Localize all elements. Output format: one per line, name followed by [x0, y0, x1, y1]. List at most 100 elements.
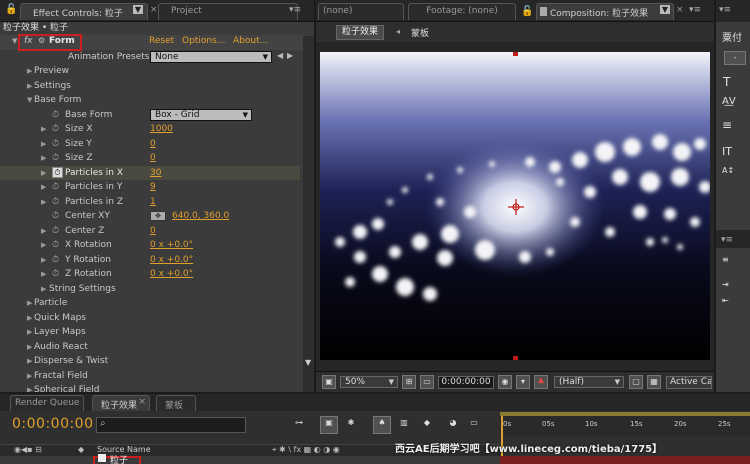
tab-mask[interactable]: 蒙板	[156, 395, 196, 411]
group-spherical-field[interactable]: ▶ Spherical Field	[0, 383, 300, 392]
next-preset-icon[interactable]: ▶	[287, 51, 293, 60]
comp-breadcrumb-secondary[interactable]: 蒙板	[411, 26, 429, 39]
stopwatch-icon[interactable]: ⏱	[52, 137, 59, 152]
twirl-open-icon[interactable]: ▼	[27, 93, 32, 108]
work-area-bar[interactable]	[500, 412, 750, 416]
z-rotation-value[interactable]: 0 x +0.0°	[150, 267, 193, 282]
brainstorm-icon[interactable]: ▭	[467, 417, 481, 431]
group-string-settings[interactable]: ▶ String Settings	[0, 282, 300, 297]
type-tool-icon[interactable]: T	[723, 75, 730, 89]
motion-blur-icon[interactable]: ◆	[420, 417, 434, 431]
twirl-closed-icon[interactable]: ▶	[41, 166, 46, 181]
tab-effect-controls[interactable]: Effect Controls: 粒子 ▼	[20, 3, 148, 20]
stopwatch-icon[interactable]: ⏱	[52, 238, 59, 253]
group-particle[interactable]: ▶ Particle	[0, 296, 300, 311]
group-layer-maps[interactable]: ▶ Layer Maps	[0, 325, 300, 340]
comp-timecode[interactable]: 0:00:00:00	[438, 376, 494, 389]
size-x-value[interactable]: 1000	[150, 122, 173, 137]
stopwatch-icon[interactable]: ⏱	[52, 108, 59, 123]
safe-area-icon[interactable]: ▭	[420, 375, 434, 389]
twirl-closed-icon[interactable]: ▶	[27, 354, 32, 369]
stopwatch-icon[interactable]: ⏱	[52, 224, 59, 239]
paragraph-align-icon[interactable]: ≡	[722, 255, 729, 264]
chevron-down-icon[interactable]: ▼	[132, 5, 143, 14]
vertical-scale-icon[interactable]: IT	[722, 145, 732, 158]
close-icon[interactable]: ×	[150, 5, 158, 15]
layer-name[interactable]: 粒子	[110, 453, 128, 464]
color-channels-icon[interactable]: ♣	[534, 375, 548, 389]
indent-left-icon[interactable]: ⇥	[722, 280, 729, 289]
center-xy-value[interactable]: 640.0, 360.0	[172, 209, 229, 224]
group-base-form[interactable]: ▼ Base Form	[0, 93, 300, 108]
layer-search-input[interactable]: ⌕	[96, 417, 246, 433]
stopwatch-icon[interactable]: ⏱	[52, 209, 59, 224]
group-audio-react[interactable]: ▶ Audio React	[0, 340, 300, 355]
twirl-closed-icon[interactable]: ▶	[41, 122, 46, 137]
roi-icon[interactable]: ▢	[629, 375, 643, 389]
panel-menu-icon[interactable]: ▾≡	[718, 5, 732, 16]
twirl-open-icon[interactable]: ▼	[12, 37, 17, 45]
zoom-dropdown[interactable]: 50% ▼	[340, 376, 398, 388]
transparency-grid-icon[interactable]: ▦	[647, 375, 661, 389]
close-icon[interactable]: ×	[138, 397, 146, 407]
draft-3d-icon[interactable]: ✱	[344, 417, 358, 431]
indent-right-icon[interactable]: ⇤	[722, 296, 729, 305]
size-y-value[interactable]: 0	[150, 137, 156, 152]
twirl-closed-icon[interactable]: ▶	[27, 311, 32, 326]
twirl-closed-icon[interactable]: ▶	[27, 369, 32, 384]
about-link[interactable]: About...	[233, 36, 268, 46]
twirl-closed-icon[interactable]: ▶	[27, 296, 32, 311]
twirl-closed-icon[interactable]: ▶	[41, 267, 46, 282]
twirl-closed-icon[interactable]: ▶	[27, 79, 32, 94]
twirl-closed-icon[interactable]: ▶	[41, 137, 46, 152]
particles-x-value[interactable]: 30	[150, 166, 161, 181]
tab-project[interactable]: Project	[158, 3, 298, 20]
chevron-down-icon[interactable]: ▼	[659, 5, 670, 14]
hide-shy-icon[interactable]: ♠	[373, 416, 391, 434]
comp-viewer[interactable]	[320, 52, 710, 360]
tracking-icon[interactable]: A͟V	[722, 96, 736, 107]
stopwatch-icon[interactable]: ⏱	[52, 122, 59, 137]
twirl-closed-icon[interactable]: ▶	[27, 64, 32, 79]
center-z-value[interactable]: 0	[150, 224, 156, 239]
twirl-closed-icon[interactable]: ▶	[41, 282, 46, 297]
twirl-closed-icon[interactable]: ▶	[41, 195, 46, 210]
stopwatch-icon[interactable]: ⏱	[52, 151, 59, 166]
tab-timeline-comp[interactable]: 粒子效果 ×	[92, 395, 150, 411]
prev-preset-icon[interactable]: ◀	[277, 51, 283, 60]
dropdown-icon[interactable]: -	[724, 51, 746, 65]
stopwatch-icon[interactable]: ⏱	[52, 253, 59, 268]
baseline-shift-icon[interactable]: A↕	[722, 166, 734, 175]
stopwatch-icon[interactable]: ⏱	[52, 267, 59, 282]
panel-menu-icon[interactable]: ▾≡	[288, 5, 302, 16]
time-ruler[interactable]: 0s 05s 10s 15s 20s 25s	[500, 412, 750, 464]
camera-dropdown[interactable]: Active Car	[666, 376, 712, 389]
panel-menu-icon[interactable]: ▾≡	[720, 235, 734, 246]
group-preview[interactable]: ▶ Preview	[0, 64, 300, 79]
grid-icon[interactable]: ⊞	[402, 375, 416, 389]
comp-breadcrumb-button[interactable]: 粒子效果	[336, 25, 385, 40]
size-z-value[interactable]: 0	[150, 151, 156, 166]
particles-z-value[interactable]: 1	[150, 195, 156, 210]
options-link[interactable]: Options...	[182, 36, 225, 46]
x-rotation-value[interactable]: 0 x +0.0°	[150, 238, 193, 253]
show-snapshot-icon[interactable]: ▾	[516, 375, 530, 389]
align-icon[interactable]: ≡	[722, 118, 732, 132]
particles-y-value[interactable]: 9	[150, 180, 156, 195]
y-rotation-value[interactable]: 0 x +0.0°	[150, 253, 193, 268]
ec-scrollbar[interactable]: ▼	[303, 36, 314, 392]
layer-duration-bar[interactable]	[500, 456, 750, 464]
group-disperse-twist[interactable]: ▶ Disperse & Twist	[0, 354, 300, 369]
stopwatch-active-icon[interactable]: ⏱	[52, 166, 63, 178]
lock-icon[interactable]: 🔓	[5, 4, 17, 15]
group-quick-maps[interactable]: ▶ Quick Maps	[0, 311, 300, 326]
twirl-closed-icon[interactable]: ▶	[27, 383, 32, 392]
group-fractal-field[interactable]: ▶ Fractal Field	[0, 369, 300, 384]
timeline-timecode[interactable]: 0:00:00:00	[12, 416, 94, 432]
comp-flowchart-icon[interactable]: ⊶	[290, 417, 308, 431]
snapshot-icon[interactable]: ◉	[498, 375, 512, 389]
scroll-down-icon[interactable]: ▼	[305, 358, 311, 367]
tab-footage[interactable]: Footage: (none)	[408, 3, 516, 20]
graph-editor-icon[interactable]: ◕	[446, 417, 460, 431]
crosshair-icon[interactable]: ✥	[150, 211, 166, 221]
